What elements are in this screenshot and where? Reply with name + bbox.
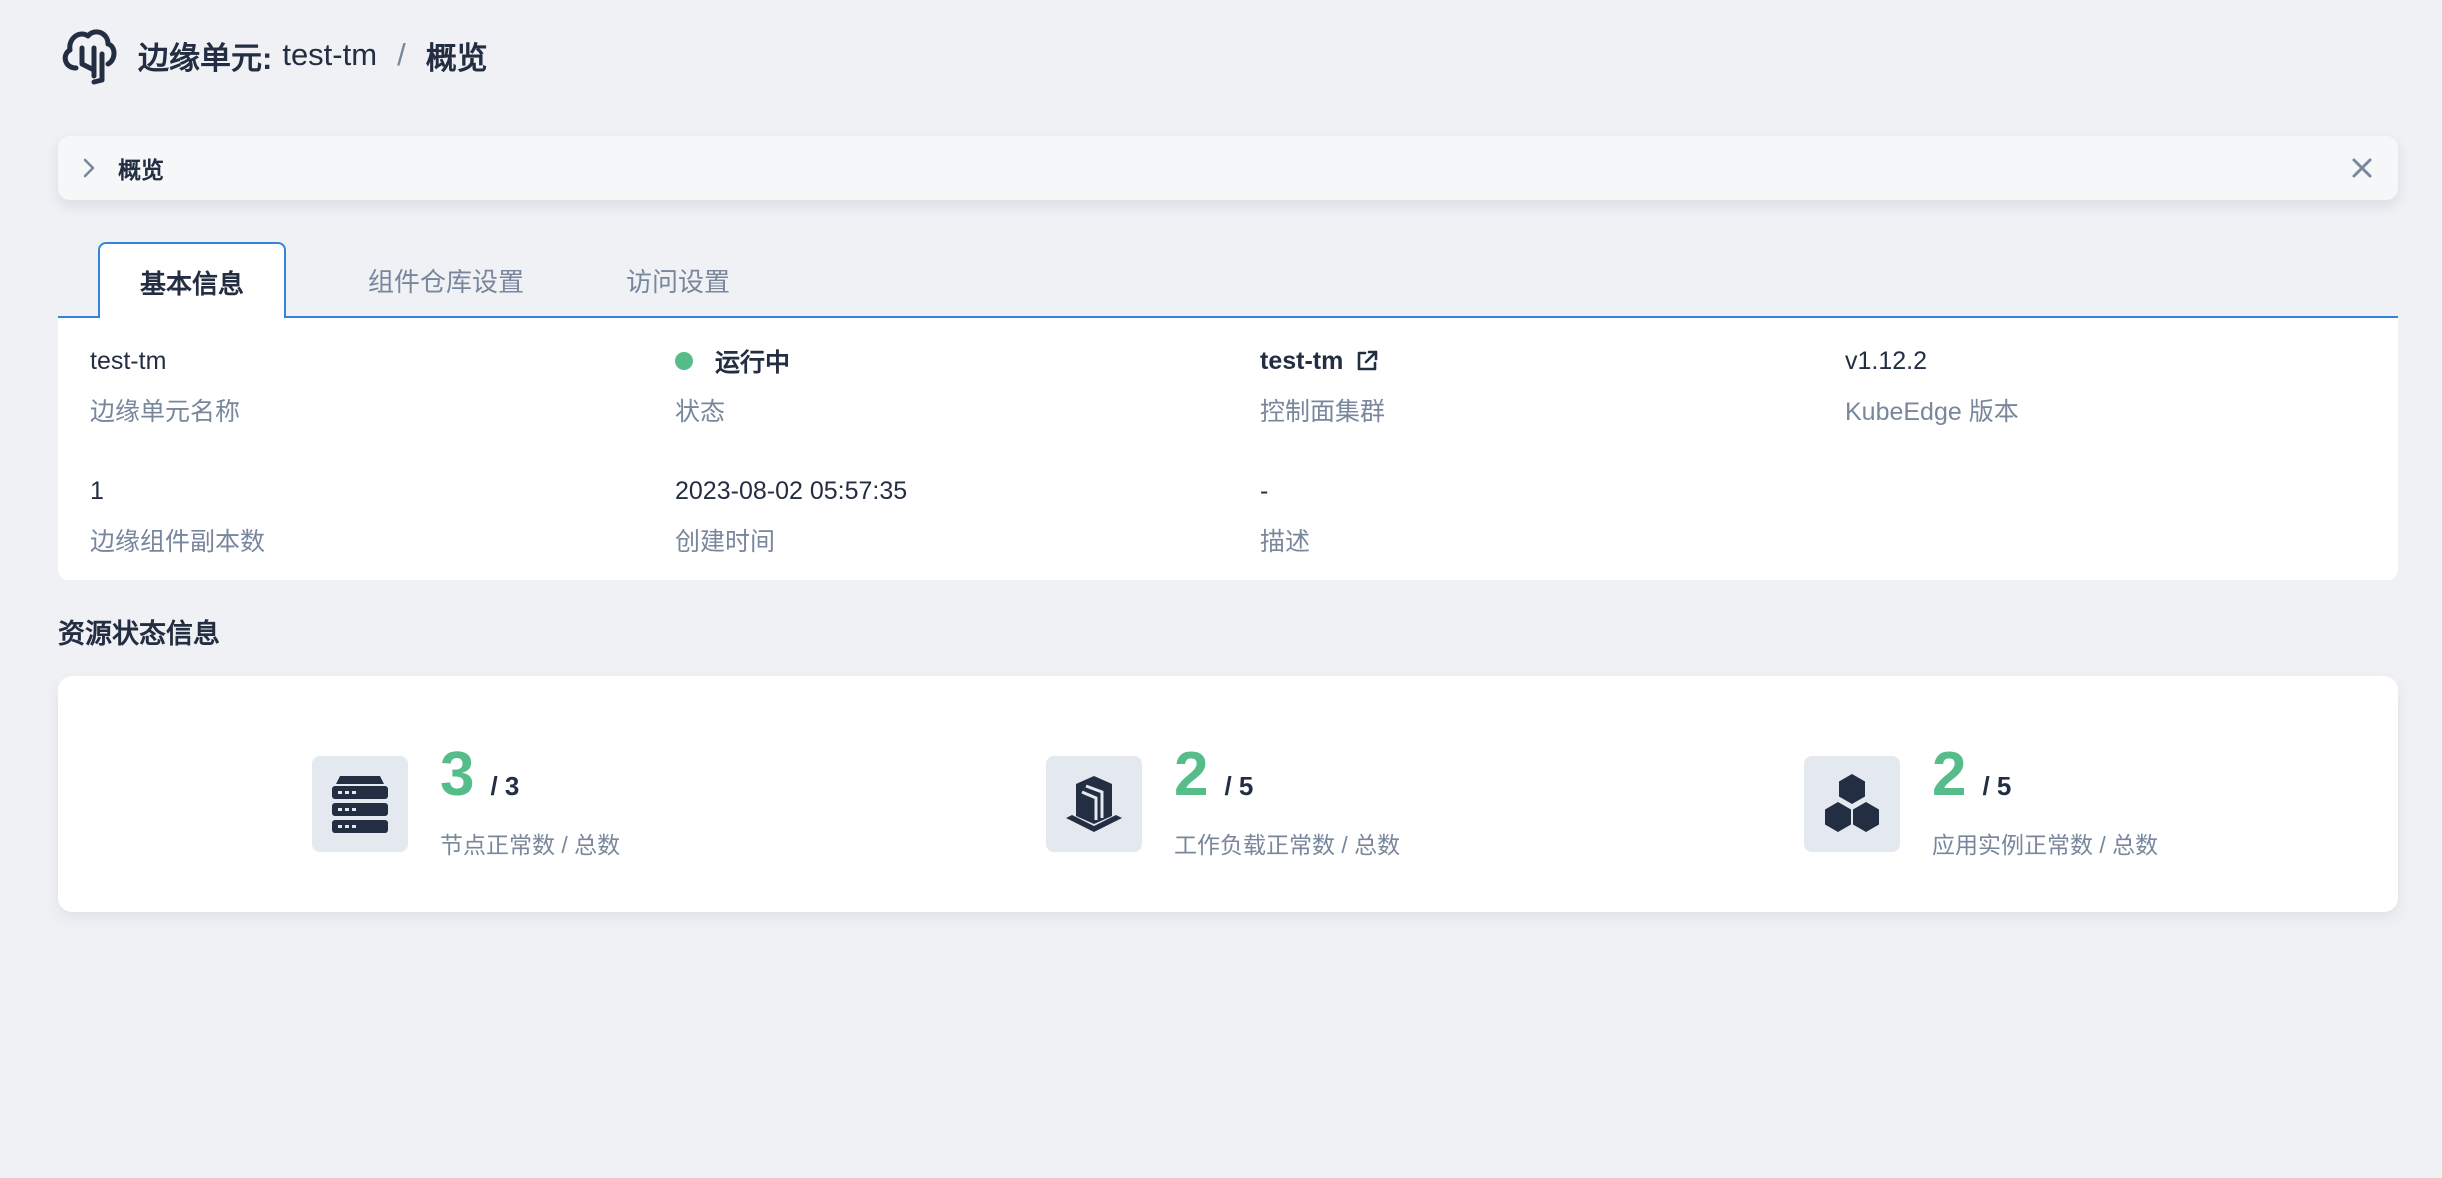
edge-unit-logo-icon	[62, 29, 117, 85]
stat-workloads: 2 / 5 工作负载正常数 / 总数	[1046, 744, 1401, 860]
server-icon	[332, 776, 388, 833]
stat-app-instances: 2 / 5 应用实例正常数 / 总数	[1804, 744, 2159, 860]
tab-repo-settings[interactable]: 组件仓库设置	[342, 242, 550, 318]
replicas-value: 1	[90, 476, 104, 505]
status-value: 运行中	[715, 349, 791, 377]
kubeedge-version-label: KubeEdge 版本	[1845, 398, 2019, 426]
chevron-right-icon[interactable]	[82, 157, 96, 179]
tab-access-settings[interactable]: 访问设置	[606, 242, 750, 318]
workloads-total-count: / 5	[1224, 771, 1254, 801]
info-replicas: 1 边缘组件副本数	[90, 474, 265, 558]
nodes-normal-count: 3	[440, 740, 475, 809]
overview-collapse-bar[interactable]: 概览	[58, 136, 2398, 200]
collapse-bar-title: 概览	[118, 157, 164, 183]
basic-info-panel: test-tm 边缘单元名称 运行中 状态 test-tm 控制面集群 v1.1…	[58, 318, 2398, 580]
page-header: 边缘单元: test-tm / 概览	[58, 22, 488, 88]
workload-icon	[1066, 776, 1122, 832]
resource-status-title: 资源状态信息	[58, 619, 220, 649]
nodes-label: 节点正常数 / 总数	[440, 832, 621, 858]
unit-name-label: 边缘单元名称	[90, 398, 241, 426]
control-cluster-value[interactable]: test-tm	[1260, 347, 1343, 376]
status-label: 状态	[675, 398, 726, 426]
workloads-normal-count: 2	[1174, 740, 1209, 809]
app-instances-total-count: / 5	[1982, 771, 2012, 801]
breadcrumb-current: 概览	[425, 40, 488, 76]
info-status: 运行中 状态	[675, 344, 790, 428]
breadcrumb-prefix: 边缘单元:	[138, 40, 273, 76]
replicas-label: 边缘组件副本数	[90, 528, 266, 556]
page: 边缘单元: test-tm / 概览 概览 基本信息 组件仓库设置 访问设置 t…	[0, 0, 2442, 1178]
stat-nodes: 3 / 3 节点正常数 / 总数	[312, 744, 621, 860]
description-label: 描述	[1260, 528, 1311, 556]
workloads-label: 工作负载正常数 / 总数	[1174, 832, 1401, 858]
description-value: -	[1260, 476, 1269, 505]
created-time-value: 2023-08-02 05:57:35	[675, 476, 908, 505]
breadcrumb-separator: /	[397, 37, 406, 72]
created-time-label: 创建时间	[675, 528, 776, 556]
app-instance-icon	[1825, 774, 1879, 832]
unit-name-value: test-tm	[90, 346, 167, 375]
info-unit-name: test-tm 边缘单元名称	[90, 344, 240, 428]
tab-bar: 基本信息 组件仓库设置 访问设置	[58, 242, 2398, 320]
breadcrumb-unit-name[interactable]: test-tm	[282, 37, 377, 73]
app-instances-label: 应用实例正常数 / 总数	[1932, 832, 2159, 858]
resource-status-card: 3 / 3 节点正常数 / 总数 2 / 5 工作负载正常数 / 总数 2 / …	[58, 676, 2398, 912]
status-dot-icon	[675, 352, 693, 370]
nodes-total-count: / 3	[490, 771, 520, 801]
info-control-cluster: test-tm 控制面集群	[1260, 344, 1385, 428]
close-icon[interactable]	[2350, 156, 2374, 180]
info-kubeedge-version: v1.12.2 KubeEdge 版本	[1845, 344, 2019, 428]
control-cluster-label: 控制面集群	[1260, 398, 1386, 426]
info-description: - 描述	[1260, 474, 1310, 558]
kubeedge-version-value: v1.12.2	[1845, 346, 1928, 375]
app-instances-normal-count: 2	[1932, 740, 1967, 809]
info-created-time: 2023-08-02 05:57:35 创建时间	[675, 474, 907, 558]
tab-basic-info[interactable]: 基本信息	[98, 242, 286, 320]
external-link-icon[interactable]	[1355, 349, 1379, 373]
